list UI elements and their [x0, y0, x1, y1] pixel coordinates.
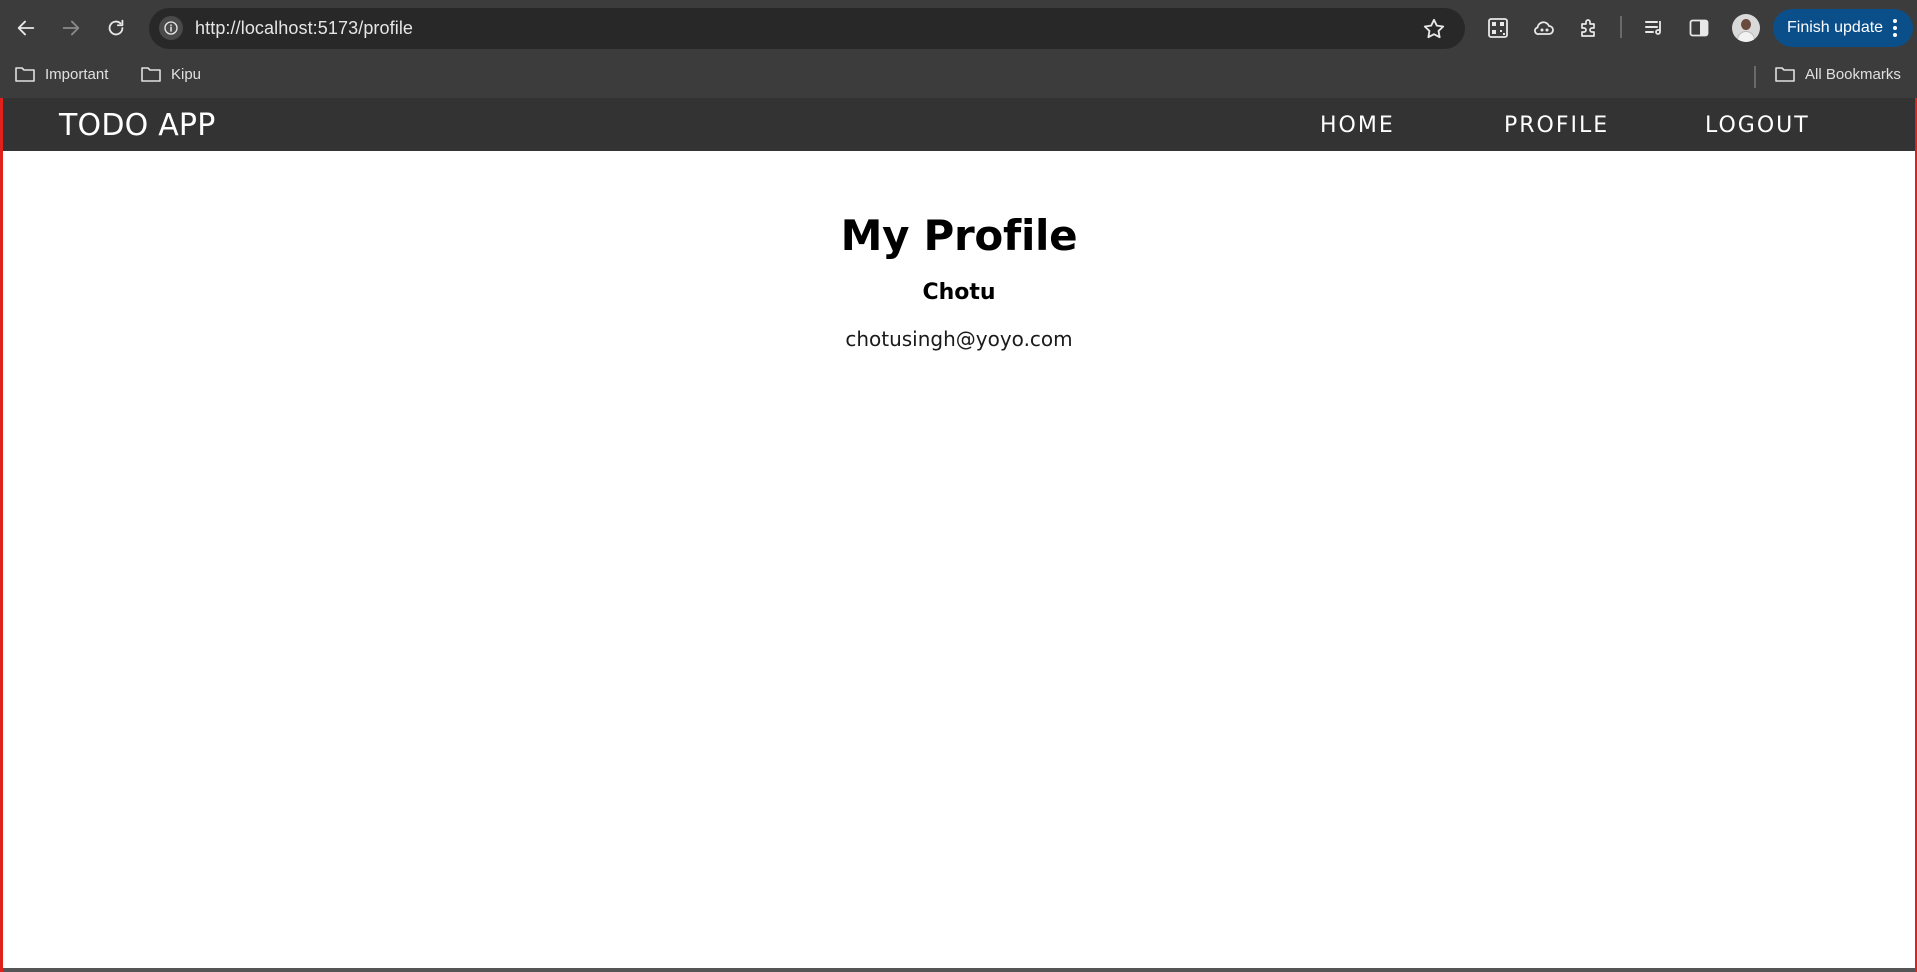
qr-code-icon[interactable] [1484, 14, 1512, 42]
folder-icon [1775, 67, 1795, 82]
browser-toolbar: http://localhost:5173/profile Finish upd… [0, 0, 1917, 56]
app-brand[interactable]: TODO APP [59, 108, 216, 143]
extension-cloud-icon[interactable] [1530, 14, 1558, 42]
reading-list-icon[interactable] [1640, 14, 1668, 42]
url-text[interactable]: http://localhost:5173/profile [195, 18, 413, 39]
nav-home-link[interactable]: HOME [1320, 113, 1395, 138]
all-bookmarks-label: All Bookmarks [1805, 65, 1901, 83]
bookmark-label: Kipu [171, 65, 202, 83]
page-title: My Profile [840, 211, 1078, 260]
site-info-icon[interactable] [159, 16, 183, 40]
address-bar[interactable]: http://localhost:5173/profile [149, 8, 1465, 49]
nav-logout-link[interactable]: LOGOUT [1705, 113, 1810, 138]
arrow-left-icon [17, 20, 35, 36]
toolbar-divider [1620, 16, 1622, 38]
more-vertical-icon [1893, 19, 1897, 37]
finish-update-button[interactable]: Finish update [1773, 9, 1913, 47]
user-name: Chotu [922, 280, 996, 305]
app-navbar: TODO APP HOME PROFILE LOGOUT [3, 98, 1915, 151]
bookmarks-bar: Important Kipu All Bookmarks [0, 56, 1917, 98]
window-bottom-edge [3, 968, 1915, 972]
bookmark-folder-important[interactable]: Important [14, 65, 108, 83]
user-email: chotusingh@yoyo.com [845, 327, 1073, 351]
folder-icon [15, 67, 35, 82]
bookmark-star-icon[interactable] [1421, 16, 1447, 42]
extensions-puzzle-icon[interactable] [1575, 14, 1603, 42]
profile-section: My Profile Chotu chotusingh@yoyo.com [3, 151, 1915, 351]
side-panel-icon[interactable] [1685, 14, 1713, 42]
arrow-right-icon [62, 20, 80, 36]
reload-button[interactable] [98, 10, 134, 46]
all-bookmarks-button[interactable]: All Bookmarks [1774, 65, 1901, 83]
profile-avatar[interactable] [1732, 14, 1760, 42]
back-button[interactable] [8, 10, 44, 46]
reload-icon [108, 19, 124, 36]
folder-icon [141, 67, 161, 82]
bookmark-label: Important [45, 65, 109, 83]
bookmarks-divider [1754, 66, 1756, 88]
forward-button[interactable] [53, 10, 89, 46]
finish-update-label: Finish update [1787, 19, 1884, 36]
nav-profile-link[interactable]: PROFILE [1504, 113, 1609, 138]
bookmark-folder-kipu[interactable]: Kipu [140, 65, 201, 83]
